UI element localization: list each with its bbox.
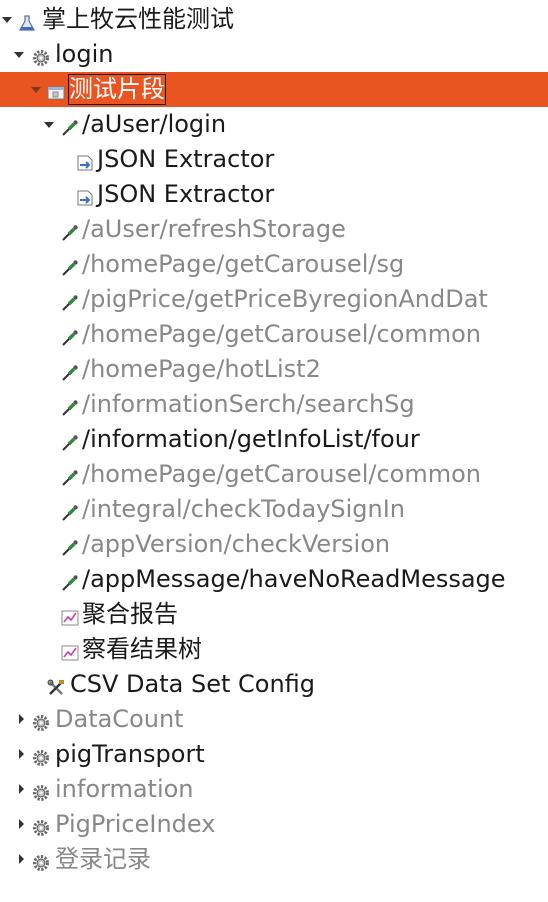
tree-node-sampler[interactable]: /integral/checkTodaySignIn bbox=[0, 492, 548, 527]
sampler-label: /homePage/getCarousel/common bbox=[82, 460, 481, 488]
expanded-arrow-icon[interactable] bbox=[43, 118, 55, 130]
thread-group-label: 登录记录 bbox=[55, 845, 151, 873]
listener-label: 察看结果树 bbox=[82, 635, 202, 663]
thread-group-gear-icon bbox=[32, 45, 50, 66]
test-plan-label: 掌上牧云性能测试 bbox=[42, 5, 234, 33]
thread-group-gear-icon bbox=[32, 710, 50, 731]
http-sampler-pipette-icon bbox=[61, 220, 79, 241]
tree-node-sampler[interactable]: /informationSerch/searchSg bbox=[0, 387, 548, 422]
collapsed-arrow-icon[interactable] bbox=[15, 748, 27, 760]
tree-node-thread-group[interactable]: 登录记录 bbox=[0, 842, 548, 877]
tree-node-thread-group-login[interactable]: login bbox=[0, 37, 548, 72]
listener-label: 聚合报告 bbox=[82, 600, 178, 628]
sampler-label: /aUser/refreshStorage bbox=[82, 215, 346, 243]
http-sampler-pipette-icon bbox=[61, 570, 79, 591]
tree-node-sampler[interactable]: /homePage/getCarousel/common bbox=[0, 457, 548, 492]
tree-node-sampler[interactable]: /appMessage/haveNoReadMessage bbox=[0, 562, 548, 597]
sampler-label: /homePage/hotList2 bbox=[82, 355, 321, 383]
thread-group-gear-icon bbox=[32, 815, 50, 836]
collapsed-arrow-icon[interactable] bbox=[15, 713, 27, 725]
expanded-arrow-icon[interactable] bbox=[1, 13, 13, 25]
tree-node-sampler[interactable]: /homePage/hotList2 bbox=[0, 352, 548, 387]
thread-group-label: information bbox=[55, 775, 194, 803]
http-sampler-pipette-icon bbox=[61, 290, 79, 311]
tree-node-sampler[interactable]: /pigPrice/getPriceByregionAndDat bbox=[0, 282, 548, 317]
sampler-label: /appVersion/checkVersion bbox=[82, 530, 391, 558]
http-sampler-pipette-icon bbox=[61, 465, 79, 486]
tree-node-sampler-auser-login[interactable]: /aUser/login bbox=[0, 107, 548, 142]
http-sampler-pipette-icon bbox=[61, 395, 79, 416]
json-extractor-label: JSON Extractor bbox=[97, 180, 275, 208]
http-sampler-pipette-icon bbox=[61, 430, 79, 451]
sampler-label: /aUser/login bbox=[82, 110, 227, 138]
thread-group-label: DataCount bbox=[55, 705, 184, 733]
sampler-label: /pigPrice/getPriceByregionAndDat bbox=[82, 285, 488, 313]
thread-group-gear-icon bbox=[32, 780, 50, 801]
sampler-label: /homePage/getCarousel/common bbox=[82, 320, 481, 348]
tree-node-json-extractor[interactable]: JSON Extractor bbox=[0, 142, 548, 177]
collapsed-arrow-icon[interactable] bbox=[15, 853, 27, 865]
expanded-arrow-icon[interactable] bbox=[30, 83, 42, 95]
json-extractor-icon bbox=[76, 185, 94, 206]
test-plan-flask-icon bbox=[18, 10, 36, 31]
listener-graph-icon bbox=[61, 605, 79, 626]
http-sampler-pipette-icon bbox=[61, 500, 79, 521]
thread-group-gear-icon bbox=[32, 850, 50, 871]
collapsed-arrow-icon[interactable] bbox=[15, 818, 27, 830]
tree-node-sampler[interactable]: /aUser/refreshStorage bbox=[0, 212, 548, 247]
config-tools-icon bbox=[47, 675, 65, 695]
sampler-label: /information/getInfoList/four bbox=[82, 425, 420, 453]
expanded-arrow-icon[interactable] bbox=[13, 48, 25, 60]
thread-group-gear-icon bbox=[32, 745, 50, 766]
tree-node-thread-group[interactable]: pigTransport bbox=[0, 737, 548, 772]
sampler-label: /integral/checkTodaySignIn bbox=[82, 495, 406, 523]
tree-node-aggregate-report[interactable]: 聚合报告 bbox=[0, 597, 548, 632]
tree-node-sampler[interactable]: /appVersion/checkVersion bbox=[0, 527, 548, 562]
tree-node-csv-data-set-config[interactable]: CSV Data Set Config bbox=[0, 667, 548, 702]
thread-group-label: PigPriceIndex bbox=[55, 810, 216, 838]
http-sampler-pipette-icon bbox=[61, 325, 79, 346]
tree-node-view-results-tree[interactable]: 察看结果树 bbox=[0, 632, 548, 667]
http-sampler-pipette-icon bbox=[61, 255, 79, 276]
tree-node-test-plan[interactable]: 掌上牧云性能测试 bbox=[0, 2, 548, 37]
tree-node-sampler[interactable]: /information/getInfoList/four bbox=[0, 422, 548, 457]
test-fragment-label: 测试片段 bbox=[68, 74, 166, 105]
tree-node-sampler[interactable]: /homePage/getCarousel/sg bbox=[0, 247, 548, 282]
collapsed-arrow-icon[interactable] bbox=[15, 783, 27, 795]
tree-node-thread-group[interactable]: DataCount bbox=[0, 702, 548, 737]
tree-node-sampler[interactable]: /homePage/getCarousel/common bbox=[0, 317, 548, 352]
tree-node-thread-group[interactable]: PigPriceIndex bbox=[0, 807, 548, 842]
json-extractor-label: JSON Extractor bbox=[97, 145, 275, 173]
tree-node-thread-group[interactable]: information bbox=[0, 772, 548, 807]
listener-graph-icon bbox=[61, 640, 79, 661]
thread-group-label: pigTransport bbox=[55, 740, 205, 768]
http-sampler-pipette-icon bbox=[61, 360, 79, 381]
http-sampler-pipette-icon bbox=[61, 535, 79, 556]
test-fragment-icon bbox=[47, 80, 65, 100]
sampler-label: /appMessage/haveNoReadMessage bbox=[82, 565, 506, 593]
tree-node-test-fragment[interactable]: 测试片段 bbox=[0, 72, 548, 107]
config-label: CSV Data Set Config bbox=[70, 670, 316, 698]
sampler-label: /informationSerch/searchSg bbox=[82, 390, 415, 418]
thread-group-label: login bbox=[55, 40, 114, 68]
http-sampler-pipette-icon bbox=[61, 115, 79, 136]
sampler-label: /homePage/getCarousel/sg bbox=[82, 250, 405, 278]
tree-node-json-extractor[interactable]: JSON Extractor bbox=[0, 177, 548, 212]
json-extractor-icon bbox=[76, 150, 94, 171]
